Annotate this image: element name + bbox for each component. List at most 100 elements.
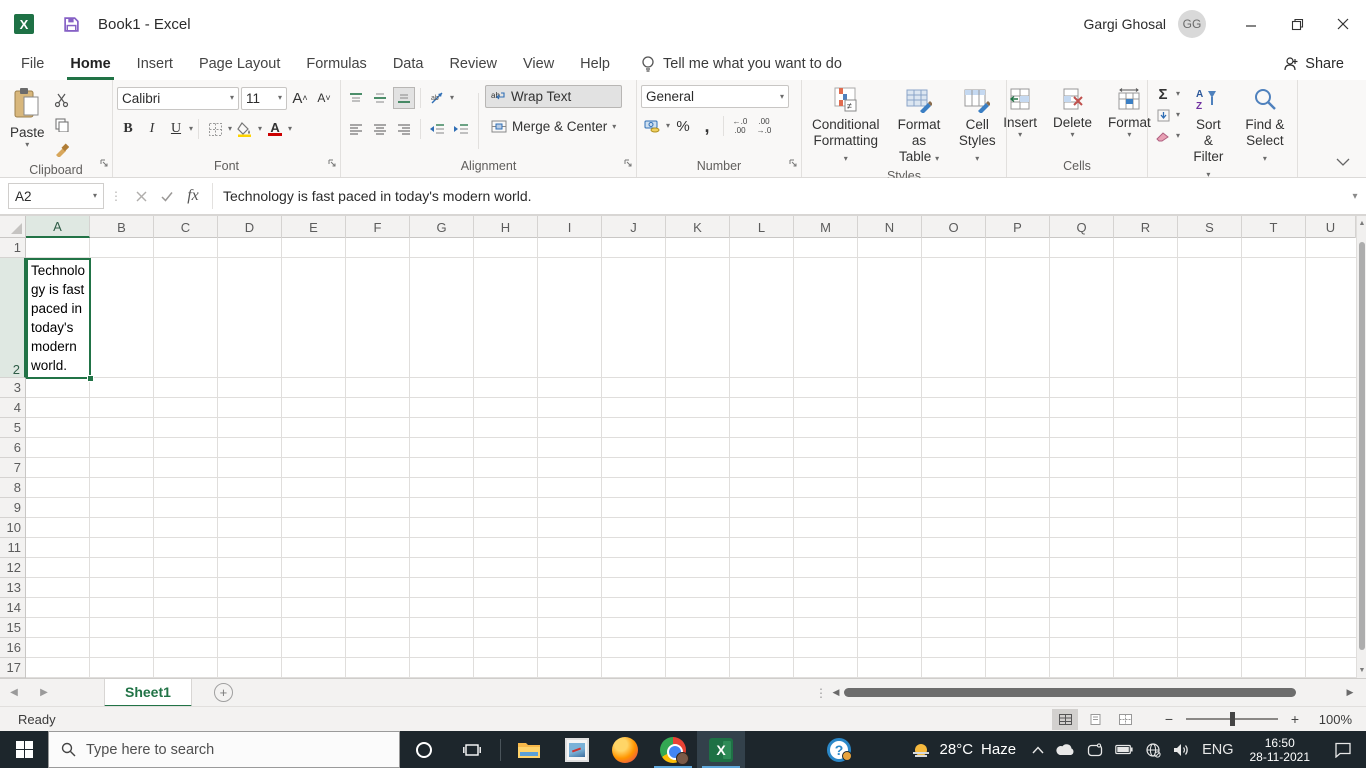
grid-row[interactable] — [26, 578, 1356, 598]
ribbon-tab[interactable]: Insert — [124, 48, 186, 80]
scroll-down-arrow[interactable]: ▼ — [1357, 667, 1366, 674]
grid-row[interactable] — [26, 518, 1356, 538]
zoom-level[interactable]: 100% — [1308, 712, 1352, 727]
formula-input[interactable]: Technology is fast paced in today's mode… — [212, 183, 1344, 209]
column-header[interactable]: G — [410, 216, 474, 238]
row-header[interactable]: 9 — [0, 498, 25, 518]
restore-button[interactable] — [1274, 0, 1320, 48]
font-color-button[interactable]: A — [264, 118, 286, 140]
network-tray-icon[interactable] — [1139, 731, 1167, 768]
search-input[interactable] — [86, 741, 356, 758]
column-header[interactable]: B — [90, 216, 154, 238]
row-header[interactable]: 17 — [0, 658, 25, 678]
photos-app-button[interactable] — [553, 731, 601, 768]
new-sheet-button[interactable]: + — [213, 683, 233, 702]
file-explorer-button[interactable] — [505, 731, 553, 768]
cortana-button[interactable] — [400, 731, 448, 768]
autosum-button[interactable]: Σ — [1152, 85, 1174, 103]
increase-decimal-button[interactable]: ←.0 .00 — [729, 115, 751, 137]
insert-function-button[interactable]: fx — [180, 183, 206, 209]
column-header[interactable]: K — [666, 216, 730, 238]
column-header[interactable]: T — [1242, 216, 1306, 238]
column-header[interactable]: C — [154, 216, 218, 238]
grid-row[interactable] — [26, 258, 1356, 378]
firefox-button[interactable] — [601, 731, 649, 768]
column-header[interactable]: E — [282, 216, 346, 238]
ribbon-tab[interactable]: Page Layout — [186, 48, 293, 80]
close-button[interactable] — [1320, 0, 1366, 48]
top-align-button[interactable] — [345, 87, 367, 109]
italic-button[interactable]: I — [141, 118, 163, 140]
grid-row[interactable] — [26, 538, 1356, 558]
row-header[interactable]: 12 — [0, 558, 25, 578]
ribbon-tab[interactable]: Formulas — [293, 48, 379, 80]
row-header[interactable]: 2 — [0, 258, 26, 378]
grid-row[interactable] — [26, 598, 1356, 618]
grid-row[interactable] — [26, 398, 1356, 418]
grid-row[interactable] — [26, 658, 1356, 678]
sheet-tab-active[interactable]: Sheet1 — [104, 678, 192, 707]
underline-button[interactable]: U — [165, 118, 187, 140]
bottom-align-button[interactable] — [393, 87, 415, 109]
action-center-button[interactable] — [1320, 731, 1366, 768]
expand-formula-bar-button[interactable]: ▾ — [1344, 191, 1366, 202]
column-header[interactable]: A — [26, 216, 90, 238]
grid-row[interactable] — [26, 238, 1356, 258]
row-header[interactable]: 11 — [0, 538, 25, 558]
row-header[interactable]: 10 — [0, 518, 25, 538]
name-box[interactable]: A2 ▾ — [8, 183, 104, 209]
horizontal-scroll-thumb[interactable] — [844, 688, 1296, 697]
decrease-font-size-button[interactable]: A ˅ — [313, 87, 335, 109]
scroll-up-arrow[interactable]: ▲ — [1357, 220, 1366, 227]
chevron-down-icon[interactable]: ▾ — [1176, 90, 1180, 98]
middle-align-button[interactable] — [369, 87, 391, 109]
chevron-down-icon[interactable]: ▾ — [228, 125, 232, 133]
row-header[interactable]: 15 — [0, 618, 25, 638]
row-header[interactable]: 7 — [0, 458, 25, 478]
number-dialog-launcher[interactable] — [789, 155, 798, 173]
row-header[interactable]: 8 — [0, 478, 25, 498]
borders-button[interactable] — [204, 118, 226, 140]
grid-row[interactable] — [26, 478, 1356, 498]
copy-button[interactable] — [51, 114, 73, 136]
column-header[interactable]: Q — [1050, 216, 1114, 238]
weather-widget[interactable]: 28°C Haze — [900, 741, 1027, 759]
vertical-scrollbar[interactable]: ▲ ▼ — [1356, 216, 1366, 678]
grid-row[interactable] — [26, 618, 1356, 638]
find-select-button[interactable]: Find & Select ▾ — [1237, 85, 1293, 167]
comma-style-button[interactable]: , — [696, 115, 718, 137]
excel-taskbar-button[interactable]: X — [697, 731, 745, 768]
ribbon-tab[interactable]: Help — [567, 48, 623, 80]
decrease-decimal-button[interactable]: .00 →.0 — [753, 115, 775, 137]
ribbon-tab[interactable]: Review — [436, 48, 510, 80]
battery-tray-icon[interactable] — [1109, 731, 1139, 768]
row-header[interactable]: 6 — [0, 438, 25, 458]
zoom-in-button[interactable]: + — [1286, 711, 1304, 727]
format-painter-button[interactable] — [51, 139, 73, 161]
font-dialog-launcher[interactable] — [328, 155, 337, 173]
row-header[interactable]: 1 — [0, 238, 25, 258]
column-header[interactable]: N — [858, 216, 922, 238]
grid-row[interactable] — [26, 638, 1356, 658]
normal-view-button[interactable] — [1052, 708, 1078, 730]
chevron-down-icon[interactable]: ▾ — [288, 125, 292, 133]
column-header[interactable]: M — [794, 216, 858, 238]
cancel-entry-button[interactable] — [128, 183, 154, 209]
chevron-down-icon[interactable]: ▾ — [189, 125, 193, 133]
collapse-ribbon-button[interactable] — [1336, 153, 1350, 171]
column-header[interactable]: H — [474, 216, 538, 238]
grid-row[interactable] — [26, 378, 1356, 398]
bold-button[interactable]: B — [117, 118, 139, 140]
align-center-button[interactable] — [369, 118, 391, 140]
chevron-down-icon[interactable]: ▾ — [258, 125, 262, 133]
clear-button[interactable] — [1152, 127, 1174, 145]
insert-cells-button[interactable]: Insert ▾ — [997, 85, 1043, 141]
column-header[interactable]: R — [1114, 216, 1178, 238]
column-header[interactable]: O — [922, 216, 986, 238]
grid-row[interactable] — [26, 418, 1356, 438]
delete-cells-button[interactable]: Delete ▾ — [1047, 85, 1098, 141]
format-as-table-button[interactable]: Format as Table ▾ — [888, 85, 951, 167]
volume-tray-icon[interactable] — [1167, 731, 1196, 768]
scroll-right-arrow[interactable]: ▶ — [1342, 687, 1358, 698]
wrap-text-button[interactable]: ab Wrap Text — [485, 85, 623, 108]
